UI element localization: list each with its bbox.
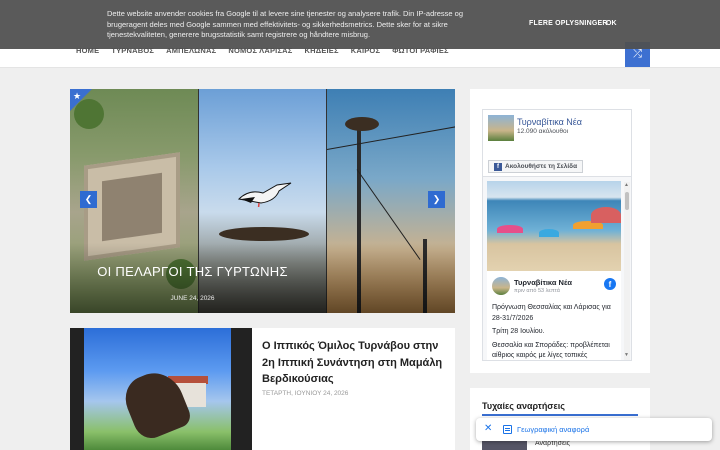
- beach-photo[interactable]: [487, 181, 621, 271]
- post-card: Ο Ιππικός Όμιλος Τυρνάβου στην 2η Ιππική…: [70, 328, 455, 450]
- facebook-followers: 12.090 ακόλουθοι: [517, 128, 569, 135]
- facebook-follow-label: Ακολουθήστε τη Σελίδα: [505, 163, 578, 170]
- post-thumbnail[interactable]: [70, 328, 252, 450]
- facebook-page-thumbnail[interactable]: [488, 115, 514, 141]
- slider-next-button[interactable]: ❯: [428, 191, 445, 208]
- cookie-ok-button[interactable]: OK: [606, 20, 617, 27]
- facebook-page-widget: Τυρναβίτικα Νέα 12.090 ακόλουθοι f Ακολο…: [482, 109, 632, 361]
- cookie-banner: Dette website anvender cookies fra Googl…: [0, 0, 720, 49]
- facebook-page-name[interactable]: Τυρναβίτικα Νέα: [517, 117, 582, 127]
- facebook-logo-icon: f: [604, 278, 616, 290]
- wire-shape: [326, 124, 455, 150]
- facebook-feed[interactable]: Τυρναβίτικα Νέα πριν από 53 λεπτά f Πρόγ…: [483, 176, 631, 360]
- post-title[interactable]: Ο Ιππικός Όμιλος Τυρνάβου στην 2η Ιππική…: [262, 338, 452, 388]
- geo-reference-label[interactable]: Γεωγραφική αναφορά: [517, 425, 589, 434]
- shuffle-icon: ⤮: [633, 48, 642, 60]
- facebook-icon: f: [494, 162, 502, 171]
- facebook-header: Τυρναβίτικα Νέα 12.090 ακόλουθοι: [483, 110, 631, 150]
- scroll-up-icon[interactable]: ▲: [624, 182, 629, 188]
- star-icon: ★: [73, 91, 82, 101]
- cookie-text: Dette website anvender cookies fra Googl…: [107, 9, 464, 39]
- facebook-post-time[interactable]: πριν από 53 λεπτά: [514, 288, 560, 294]
- facebook-follow-button[interactable]: f Ακολουθήστε τη Σελίδα: [488, 160, 584, 173]
- facebook-post: Τυρναβίτικα Νέα πριν από 53 λεπτά f Πρόγ…: [487, 271, 621, 360]
- stork-shape: [237, 182, 292, 207]
- chevron-right-icon: ❯: [432, 194, 441, 204]
- nest-shape: [219, 227, 309, 241]
- geo-reference-chip[interactable]: ✕ Γεωγραφική αναφορά: [476, 418, 712, 441]
- scroll-down-icon[interactable]: ▼: [624, 352, 629, 358]
- cookie-more-info-link[interactable]: FLERE OPLYSNINGER: [529, 20, 608, 27]
- facebook-post-text: Πρόγνωση Θεσσαλίας και Λάρισας για 28-31…: [492, 304, 611, 359]
- nest-shape: [345, 117, 379, 131]
- map-icon: [503, 425, 512, 434]
- avatar[interactable]: [492, 277, 510, 295]
- slide-title[interactable]: ΟΙ ΠΕΛΑΡΓΟΙ ΤΗΣ ΓΥΡΤΩΝΗΣ: [0, 264, 385, 279]
- random-posts-title: Τυχαίες αναρτήσεις: [482, 401, 565, 411]
- tree-shape: [74, 99, 104, 129]
- chevron-left-icon: ❮: [84, 194, 93, 204]
- random-post-link[interactable]: Αναρτήσεις: [535, 440, 570, 447]
- slide-date: JUNE 24, 2026: [170, 295, 215, 302]
- post-date: ΤΕΤΑΡΤΗ, ΙΟΥΝΙΟΥ 24, 2026: [262, 390, 349, 397]
- close-icon[interactable]: ✕: [484, 423, 492, 434]
- slider-prev-button[interactable]: ❮: [80, 191, 97, 208]
- featured-slider[interactable]: [70, 89, 455, 313]
- title-underline: [482, 414, 638, 416]
- facebook-post-author[interactable]: Τυρναβίτικα Νέα: [514, 278, 572, 287]
- facebook-scrollbar[interactable]: ▲ ▼: [624, 182, 630, 360]
